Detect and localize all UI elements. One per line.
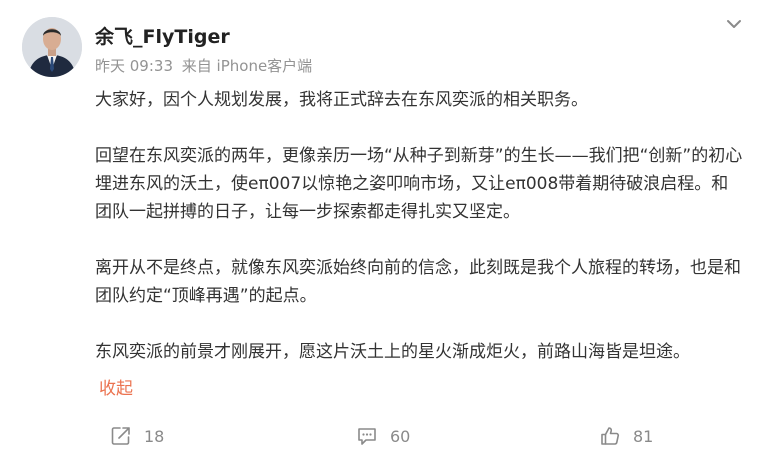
collapse-link[interactable]: 收起 [99,375,133,403]
post-meta: 昨天 09:33 来自 iPhone客户端 [95,56,312,76]
avatar-photo [22,17,82,77]
post-paragraph: 大家好，因个人规划发展，我将正式辞去在东风奕派的相关职务。 [95,90,588,110]
like-count: 81 [633,426,654,446]
share-icon [111,427,130,445]
post-source: 来自 iPhone客户端 [181,57,313,75]
chevron-down-icon[interactable] [722,12,746,36]
like-button[interactable]: 81 [599,422,653,450]
share-count: 18 [144,426,165,446]
comment-count: 60 [390,426,411,446]
comment-button[interactable]: 60 [356,422,410,450]
comment-icon [358,428,376,445]
post-paragraph: 离开从不是终点，就像东风奕派始终向前的信念，此刻既是我个人旅程的转场，也是和团队… [95,258,741,306]
author-name[interactable]: 余飞_FlyTiger [95,24,230,50]
share-button[interactable]: 18 [110,422,164,450]
post-content: 大家好，因个人规划发展，我将正式辞去在东风奕派的相关职务。 回望在东风奕派的两年… [95,86,745,366]
post-paragraph: 回望在东风奕派的两年，更像亲历一场“从种子到新芽”的生长——我们把“创新”的初心… [95,146,743,222]
post-paragraph: 东风奕派的前景才刚展开，愿这片沃土上的星火渐成炬火，前路山海皆是坦途。 [95,342,690,362]
avatar[interactable] [22,17,82,77]
thumbs-up-icon [601,427,620,445]
post-time[interactable]: 昨天 09:33 [95,57,173,75]
